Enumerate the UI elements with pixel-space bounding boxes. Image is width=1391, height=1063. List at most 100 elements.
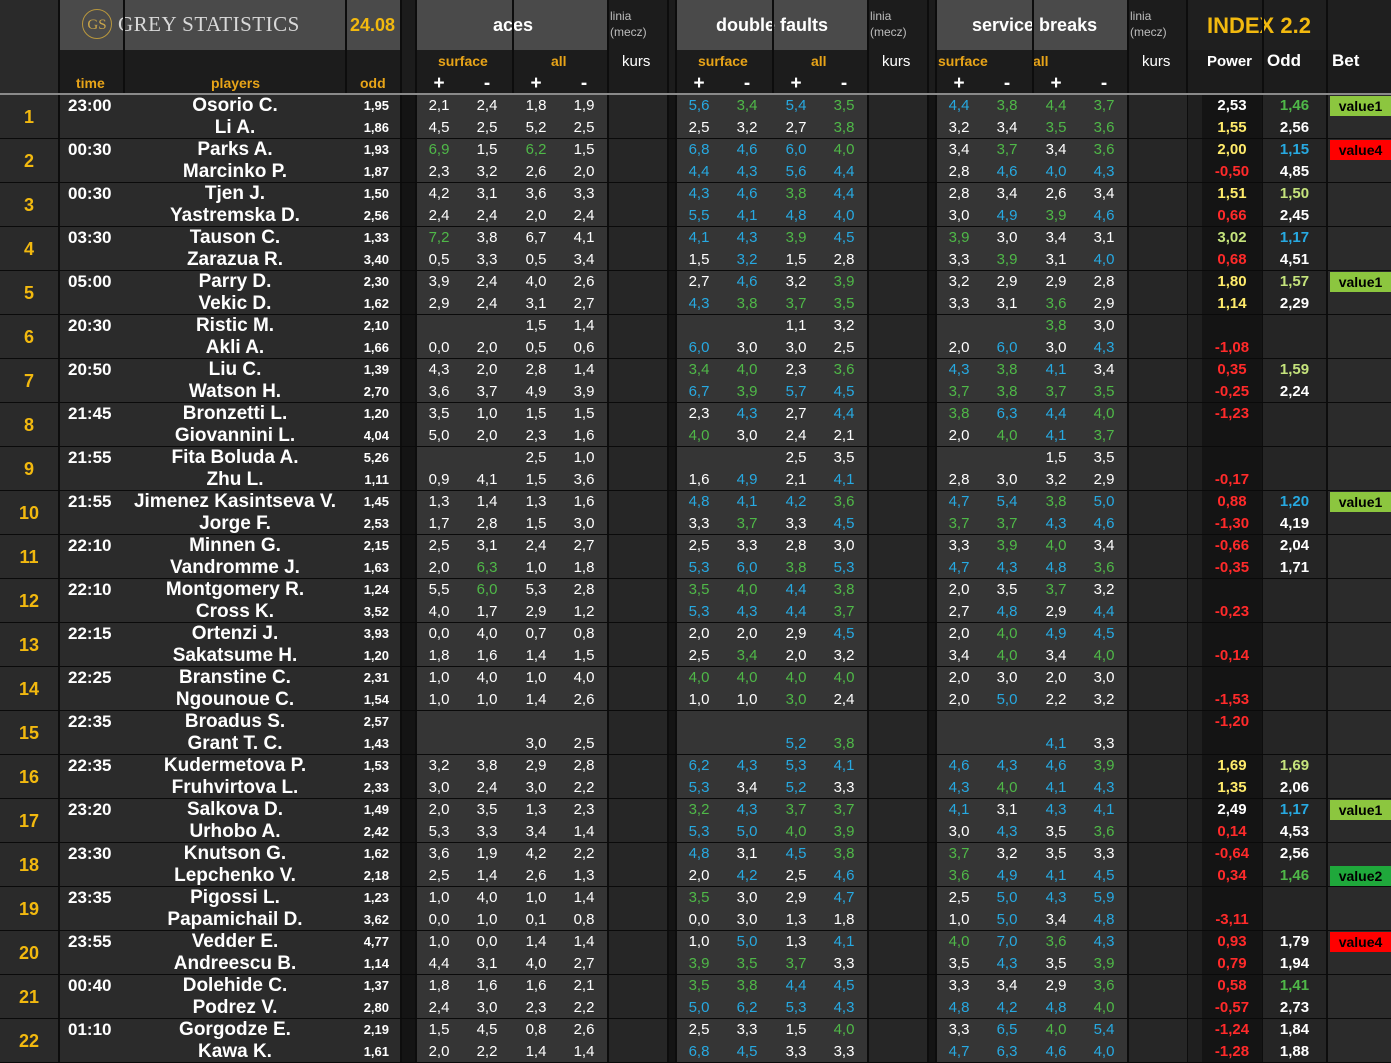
player-name[interactable]: Urhobo A. [125,821,345,843]
aces-minus-header: - [483,73,491,94]
df-value: 4,0 [833,141,855,158]
player-odd: 1,33 [363,230,389,245]
player-name[interactable]: Tjen J. [125,183,345,205]
player-name[interactable]: Sakatsume H. [125,645,345,667]
df-surface-header: surface [698,53,748,69]
player-name[interactable]: Fruhvirtova L. [125,777,345,799]
player-name[interactable]: Minnen G. [125,535,345,557]
aces-value: 1,4 [573,1043,595,1060]
player-name[interactable]: Jimenez Kasintseva V. [125,491,345,513]
sb-value: 3,2 [1093,691,1115,708]
df-value: 3,6 [833,361,855,378]
player-name[interactable]: Vekic D. [125,293,345,315]
player-name[interactable]: Montgomery R. [125,579,345,601]
bet-badge[interactable]: value1 [1330,492,1391,512]
aces-value: 1,6 [573,493,595,510]
player-name[interactable]: Parks A. [125,139,345,161]
row-number: 19 [18,899,40,919]
aces-value: 0,5 [428,251,450,268]
player-name[interactable]: Vandromme J. [125,557,345,579]
player-name[interactable]: Liu C. [125,359,345,381]
sb-value: 4,1 [948,801,970,818]
player-name[interactable]: Tauson C. [125,227,345,249]
player-name[interactable]: Watson H. [125,381,345,403]
power-value: -1,20 [1214,713,1250,730]
player-name[interactable]: Zhu L. [125,469,345,491]
df-value: 3,5 [688,581,710,598]
player-name[interactable]: Parry D. [125,271,345,293]
bet-badge[interactable]: value4 [1330,932,1391,952]
player-name[interactable]: Branstine C. [125,667,345,689]
player-name[interactable]: Papamichail D. [125,909,345,931]
df-value: 3,0 [785,339,807,356]
sb-value: 3,1 [996,801,1018,818]
sb-value: 4,8 [1045,559,1067,576]
player-name[interactable]: Li A. [125,117,345,139]
aces-value: 3,8 [476,229,498,246]
df-value: 6,7 [688,383,710,400]
player-name[interactable]: Kudermetova P. [125,755,345,777]
sb-value: 3,6 [1093,977,1115,994]
player-name[interactable]: Jorge F. [125,513,345,535]
row-number: 21 [18,987,40,1007]
power-value: 1,80 [1217,273,1247,290]
bet-badge[interactable]: value4 [1330,140,1391,160]
bet-badge[interactable]: value1 [1330,800,1391,820]
sb-value: 2,7 [948,603,970,620]
player-name[interactable]: Cross K. [125,601,345,623]
player-name[interactable]: Pigossi L. [125,887,345,909]
player-name[interactable]: Podrez V. [125,997,345,1019]
player-name[interactable]: Salkova D. [125,799,345,821]
player-name[interactable]: Bronzetti L. [125,403,345,425]
aces-value: 1,0 [476,405,498,422]
aces-value: 2,0 [476,427,498,444]
aces-value: 4,3 [428,361,450,378]
player-name[interactable]: Zarazua R. [125,249,345,271]
df-value: 2,5 [688,647,710,664]
power-value: 0,35 [1217,361,1247,378]
player-name[interactable]: Ortenzi J. [125,623,345,645]
player-name[interactable]: Andreescu B. [125,953,345,975]
sb-value: 3,2 [1093,581,1115,598]
player-name[interactable]: Lepchenko V. [125,865,345,887]
df-value: 3,7 [833,801,855,818]
player-name[interactable]: Kawa K. [125,1041,345,1063]
player-name[interactable]: Dolehide C. [125,975,345,997]
player-name[interactable]: Fita Boluda A. [125,447,345,469]
sb-value: 3,8 [996,361,1018,378]
bet-badge[interactable]: value2 [1330,866,1391,886]
player-name[interactable]: Vedder E. [125,931,345,953]
aces-value: 2,6 [525,163,547,180]
df-value: 4,3 [736,163,758,180]
bet-badge[interactable]: value1 [1330,96,1391,116]
player-name[interactable]: Ngounoue C. [125,689,345,711]
player-name[interactable]: Yastremska D. [125,205,345,227]
sb-value: 3,6 [1093,119,1115,136]
bet-badge[interactable]: value1 [1330,272,1391,292]
player-odd: 2,80 [363,1000,389,1015]
sb-value: 4,0 [1045,537,1067,554]
power-value: -1,24 [1214,1021,1250,1038]
aces-value [417,315,461,337]
df-value [822,711,866,733]
power-value [1202,887,1262,909]
player-name[interactable]: Marcinko P. [125,161,345,183]
player-name[interactable]: Ristic M. [125,315,345,337]
player-name[interactable]: Giovannini L. [125,425,345,447]
odd-index-header: Odd [1267,51,1301,70]
aces-value: 4,4 [428,955,450,972]
match-time: 22:35 [68,712,112,731]
player-name[interactable]: Akli A. [125,337,345,359]
player-name[interactable]: Grant T. C. [125,733,345,755]
aces-value: 1,5 [573,141,595,158]
player-name[interactable]: Gorgodze E. [125,1019,345,1041]
power-value: -0,25 [1214,383,1250,400]
player-name[interactable]: Osorio C. [125,95,345,117]
df-value: 4,0 [833,207,855,224]
df-value: 3,3 [785,1043,807,1060]
power-value: 1,35 [1217,779,1247,796]
player-name[interactable]: Knutson G. [125,843,345,865]
df-value: 4,6 [736,273,758,290]
aces-value: 2,9 [525,603,547,620]
player-name[interactable]: Broadus S. [125,711,345,733]
